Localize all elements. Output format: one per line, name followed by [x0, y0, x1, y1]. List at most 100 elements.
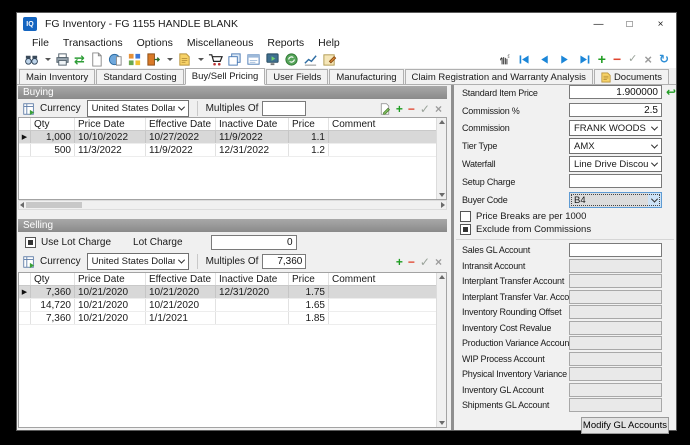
- copy-window-icon[interactable]: [227, 52, 242, 67]
- waterfall-select[interactable]: Line Drive Discount: [569, 156, 662, 172]
- cell-qty: 7,360: [31, 286, 75, 298]
- sales-gl-account-input[interactable]: [569, 243, 662, 257]
- accept-icon[interactable]: ✓: [628, 53, 637, 66]
- maximize-button[interactable]: □: [614, 13, 645, 35]
- selling-currency-select[interactable]: United States Dollar: [87, 253, 189, 270]
- chart-icon[interactable]: [303, 52, 318, 67]
- minimize-button[interactable]: —: [583, 13, 614, 35]
- scroll-right-icon[interactable]: [441, 202, 445, 208]
- menu-file[interactable]: File: [25, 37, 56, 49]
- new-document-icon[interactable]: [89, 52, 104, 67]
- scroll-up-icon[interactable]: [439, 275, 445, 279]
- tab-manufacturing[interactable]: Manufacturing: [329, 69, 403, 84]
- sync-icon[interactable]: ⇄: [74, 53, 85, 66]
- cell-inactive-date: 12/31/2022: [216, 144, 289, 156]
- buying-vscrollbar[interactable]: [436, 118, 446, 199]
- add-icon[interactable]: +: [598, 53, 606, 66]
- selling-section-header: Selling: [18, 219, 447, 232]
- menu-miscellaneous[interactable]: Miscellaneous: [180, 37, 261, 49]
- nav-next-icon[interactable]: [558, 53, 571, 66]
- monitor-icon[interactable]: [265, 52, 280, 67]
- lookup-dropdown-caret-icon[interactable]: [198, 58, 204, 61]
- scroll-left-icon[interactable]: [20, 202, 24, 208]
- form-window-icon[interactable]: [246, 52, 261, 67]
- web-document-icon[interactable]: [108, 52, 123, 67]
- menu-transactions[interactable]: Transactions: [56, 37, 130, 49]
- cancel-icon[interactable]: ×: [435, 103, 442, 115]
- window-controls: — □ ×: [583, 13, 676, 35]
- recycle-icon[interactable]: [284, 52, 299, 67]
- tier-type-select[interactable]: AMX: [569, 138, 662, 154]
- cell-comment: [329, 312, 436, 324]
- setup-charge-input[interactable]: [569, 174, 662, 188]
- nav-last-icon[interactable]: [578, 53, 591, 66]
- nav-prev-icon[interactable]: [538, 53, 551, 66]
- accept-icon[interactable]: ✓: [420, 256, 430, 268]
- modify-gl-accounts-button[interactable]: Modify GL Accounts: [581, 417, 669, 434]
- refresh-icon[interactable]: ↻: [659, 53, 669, 66]
- table-row[interactable]: ▶1,00010/10/202210/27/202211/9/20221.1: [19, 131, 436, 144]
- remove-icon[interactable]: −: [408, 103, 415, 115]
- find-dropdown-caret-icon[interactable]: [45, 58, 51, 61]
- menu-options[interactable]: Options: [130, 37, 180, 49]
- divider: [197, 254, 198, 269]
- buying-multiples-input[interactable]: [262, 101, 306, 116]
- tab-user-fields[interactable]: User Fields: [266, 69, 328, 84]
- tab-buy-sell-pricing[interactable]: Buy/Sell Pricing: [185, 68, 266, 85]
- scroll-down-icon[interactable]: [439, 421, 445, 425]
- remove-icon[interactable]: −: [613, 53, 621, 66]
- cancel-icon[interactable]: ×: [644, 53, 652, 66]
- scroll-up-icon[interactable]: [439, 120, 445, 124]
- chevron-down-icon: [648, 121, 661, 135]
- nav-first-icon[interactable]: [518, 53, 531, 66]
- column-header-price: Price: [289, 273, 329, 285]
- tab-label: Documents: [614, 72, 662, 83]
- lookup-icon[interactable]: [177, 52, 192, 67]
- commission-input[interactable]: [569, 103, 662, 117]
- buying-toolbar: Currency United States Dollar Multiples …: [18, 100, 447, 117]
- buyer-code-select[interactable]: B4: [569, 192, 662, 208]
- tab-main-inventory[interactable]: Main Inventory: [19, 69, 95, 84]
- price-breaks-are-per-1000-checkbox[interactable]: [460, 211, 471, 222]
- selling-vscrollbar[interactable]: [436, 273, 446, 427]
- lot-charge-input[interactable]: [211, 235, 297, 250]
- table-row[interactable]: 7,36010/21/20201/1/20211.85: [19, 312, 436, 325]
- selling-multiples-input[interactable]: [262, 254, 306, 269]
- add-icon[interactable]: +: [396, 256, 403, 268]
- tab-claim-registration-and-warranty-analysis[interactable]: Claim Registration and Warranty Analysis: [405, 69, 593, 84]
- table-row[interactable]: 50011/3/202211/9/202212/31/20221.2: [19, 144, 436, 157]
- accept-icon[interactable]: ✓: [420, 103, 430, 115]
- menu-reports[interactable]: Reports: [260, 37, 311, 49]
- pan-hand-icon[interactable]: [498, 53, 511, 66]
- commission-select[interactable]: FRANK WOODS: [569, 120, 662, 136]
- use-lot-charge-checkbox[interactable]: [25, 237, 36, 248]
- hscroll-thumb[interactable]: [26, 202, 82, 208]
- tab-documents[interactable]: Documents: [594, 69, 669, 84]
- remove-icon[interactable]: −: [408, 256, 415, 268]
- selling-multiples-label: Multiples Of: [206, 256, 259, 267]
- print-icon[interactable]: [55, 52, 70, 67]
- buying-hscrollbar[interactable]: [18, 200, 447, 210]
- close-button[interactable]: ×: [645, 13, 676, 35]
- cell-inactive-date: [216, 312, 289, 324]
- table-row[interactable]: 14,72010/21/202010/21/20201.65: [19, 299, 436, 312]
- exit-icon[interactable]: [146, 52, 161, 67]
- revert-icon[interactable]: ↩: [666, 85, 676, 99]
- cell-price: 1.85: [289, 312, 329, 324]
- standard-item-price-input[interactable]: [569, 85, 662, 99]
- cart-icon[interactable]: [208, 52, 223, 67]
- cell-qty: 1,000: [31, 131, 75, 143]
- products-icon[interactable]: [127, 52, 142, 67]
- find-icon[interactable]: [24, 52, 39, 67]
- exclude-from-commissions-checkbox[interactable]: [460, 224, 471, 235]
- table-row[interactable]: ▶7,36010/21/202010/21/202012/31/20201.75: [19, 286, 436, 299]
- tab-standard-costing[interactable]: Standard Costing: [96, 69, 183, 84]
- exit-dropdown-caret-icon[interactable]: [167, 58, 173, 61]
- buying-currency-select[interactable]: United States Dollar: [87, 100, 189, 117]
- doc-edit-icon[interactable]: [379, 103, 391, 115]
- menu-help[interactable]: Help: [311, 37, 347, 49]
- note-icon[interactable]: [322, 52, 337, 67]
- add-icon[interactable]: +: [396, 103, 403, 115]
- scroll-down-icon[interactable]: [439, 193, 445, 197]
- cancel-icon[interactable]: ×: [435, 256, 442, 268]
